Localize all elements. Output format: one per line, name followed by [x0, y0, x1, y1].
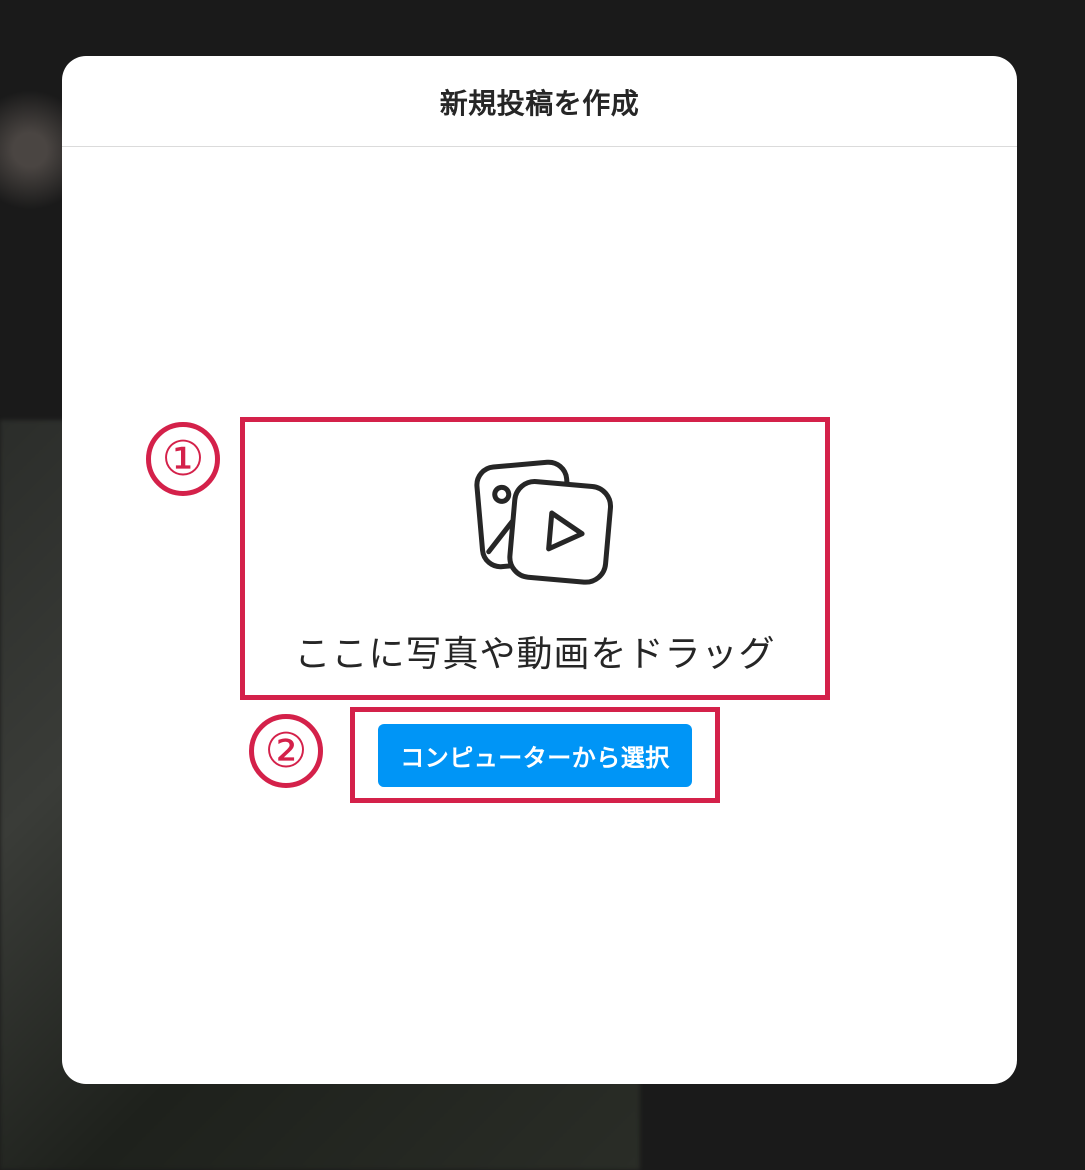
modal-header: 新規投稿を作成	[62, 56, 1017, 147]
annotation-highlight-select: コンピューターから選択	[350, 707, 720, 803]
modal-body: ここに写真や動画をドラッグ ① コンピューターから選択 ②	[62, 147, 1017, 1084]
photo-video-icon	[450, 456, 620, 595]
annotation-callout-1: ①	[146, 422, 220, 496]
annotation-callout-2: ②	[249, 714, 323, 788]
media-drop-area[interactable]: ここに写真や動画をドラッグ	[240, 417, 830, 700]
modal-title: 新規投稿を作成	[62, 82, 1017, 122]
drop-area-text: ここに写真や動画をドラッグ	[294, 625, 775, 677]
select-from-computer-button[interactable]: コンピューターから選択	[378, 724, 692, 787]
create-post-modal: 新規投稿を作成 ここに写真や動画をドラ	[62, 56, 1017, 1084]
